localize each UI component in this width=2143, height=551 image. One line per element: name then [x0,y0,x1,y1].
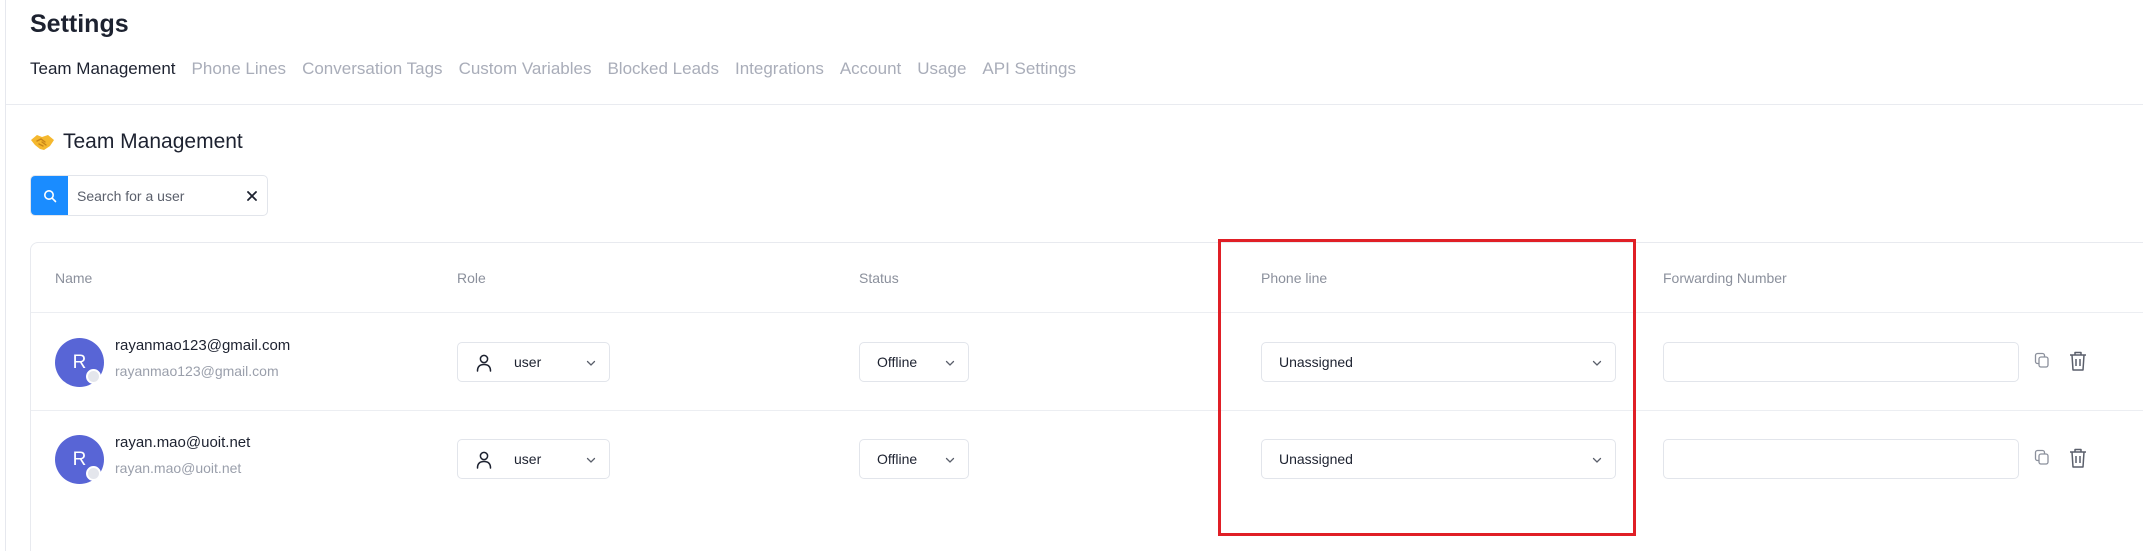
forwarding-number-input[interactable] [1663,342,2019,382]
search-button[interactable] [31,176,68,215]
column-header-forwarding-number: Forwarding Number [1663,270,1787,286]
user-email-secondary: rayan.mao@uoit.net [115,460,242,476]
phone-line-select[interactable]: Unassigned [1261,342,1616,382]
phone-line-select[interactable]: Unassigned [1261,439,1616,479]
row-divider [31,410,2143,411]
section-title: Team Management [63,130,243,153]
tab-conversation-tags[interactable]: Conversation Tags [302,59,443,81]
chevron-down-icon [1592,457,1602,463]
presence-dot [86,369,101,384]
tab-blocked-leads[interactable]: Blocked Leads [607,59,719,81]
phone-line-value: Unassigned [1279,451,1353,467]
role-select[interactable]: user [457,439,610,479]
copy-icon[interactable] [2034,449,2050,467]
user-email: rayanmao123@gmail.com [115,337,291,354]
chevron-down-icon [945,360,955,366]
column-header-status: Status [859,270,899,286]
header-row-divider [31,312,2143,313]
phone-line-value: Unassigned [1279,354,1353,370]
tab-account[interactable]: Account [840,59,901,81]
settings-tabs: Team Management Phone Lines Conversation… [30,59,1076,81]
forwarding-number-input[interactable] [1663,439,2019,479]
column-header-phone-line: Phone line [1261,270,1328,286]
tab-phone-lines[interactable]: Phone Lines [192,59,287,81]
user-email: rayan.mao@uoit.net [115,434,251,451]
section-header: Team Management [30,130,243,154]
copy-icon[interactable] [2034,352,2050,370]
tab-custom-variables[interactable]: Custom Variables [459,59,592,81]
user-icon [476,451,492,469]
user-email-secondary: rayanmao123@gmail.com [115,363,279,379]
role-value: user [514,354,542,370]
close-icon [247,190,257,201]
search-input[interactable] [68,176,228,215]
header-divider [6,104,2143,105]
chevron-down-icon [586,360,596,366]
clear-search-button[interactable] [237,176,267,215]
tab-team-management[interactable]: Team Management [30,59,176,81]
status-select[interactable]: Offline [859,342,969,382]
presence-dot [86,466,101,481]
page-left-border [5,0,6,551]
search-icon [43,189,56,202]
user-icon [476,354,492,372]
status-select[interactable]: Offline [859,439,969,479]
chevron-down-icon [945,457,955,463]
column-header-name: Name [55,270,93,286]
status-value: Offline [877,354,918,370]
team-table [30,242,2143,551]
trash-icon[interactable] [2068,350,2088,372]
trash-icon[interactable] [2068,447,2088,469]
tab-usage[interactable]: Usage [917,59,966,81]
chevron-down-icon [1592,360,1602,366]
chevron-down-icon [586,457,596,463]
user-search [30,175,268,216]
handshake-icon [31,135,54,150]
role-select[interactable]: user [457,342,610,382]
avatar-initial: R [72,448,87,470]
tab-api-settings[interactable]: API Settings [982,59,1076,81]
status-value: Offline [877,451,918,467]
page-title: Settings [30,10,129,38]
avatar-initial: R [72,351,87,373]
role-value: user [514,451,542,467]
column-header-role: Role [457,270,486,286]
tab-integrations[interactable]: Integrations [735,59,824,81]
